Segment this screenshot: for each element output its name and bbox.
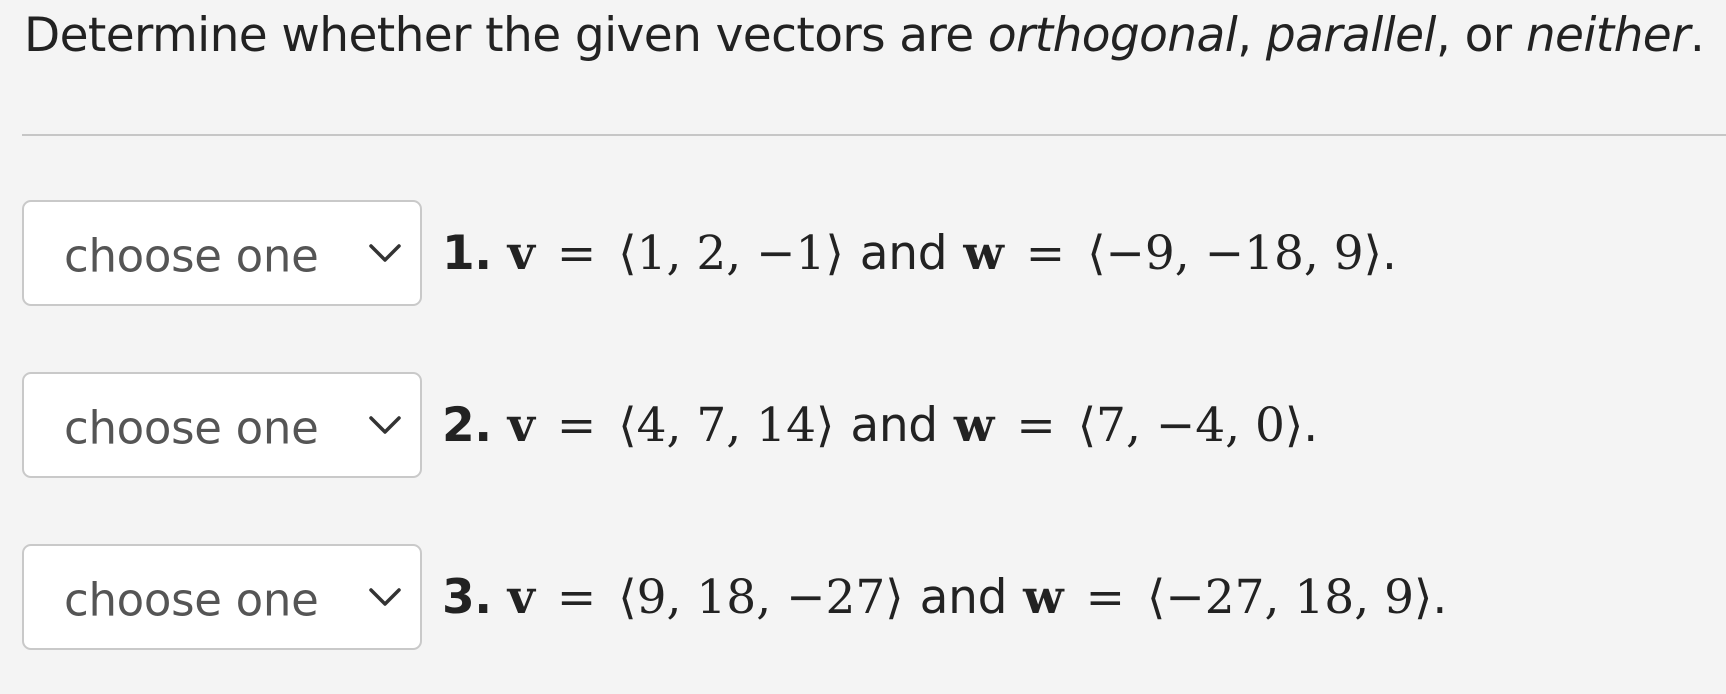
connector-and: and (850, 397, 938, 453)
period: . (1303, 397, 1319, 453)
prompt-separator: , (1237, 8, 1266, 63)
vector-w-symbol: w (1023, 569, 1064, 625)
vector-w-value: ⟨−9, −18, 9⟩ (1087, 225, 1382, 281)
prompt-suffix: . (1689, 8, 1705, 63)
equals-sign: = (1016, 397, 1056, 453)
answer-select-2[interactable]: choose one (22, 372, 422, 478)
option-parallel: parallel (1265, 8, 1437, 63)
equals-sign: = (556, 397, 597, 453)
equals-sign: = (556, 569, 597, 625)
vector-v-symbol: v (507, 225, 535, 281)
vector-w-symbol: w (963, 225, 1004, 281)
select-label: choose one (64, 401, 319, 455)
period: . (1432, 569, 1448, 625)
prompt-separator: , or (1435, 8, 1526, 63)
problem-text-1: 1. v = ⟨1, 2, −1⟩ and w = ⟨−9, −18, 9⟩ . (442, 226, 1397, 281)
answer-select-3[interactable]: choose one (22, 544, 422, 650)
equals-sign: = (1085, 569, 1125, 625)
vector-v-value: ⟨4, 7, 14⟩ (618, 397, 835, 453)
question-3: choose one 3. v = ⟨9, 18, −27⟩ and w = ⟨… (22, 542, 1447, 652)
question-number: 2. (442, 397, 492, 453)
chevron-down-icon (369, 588, 401, 606)
vector-v-symbol: v (507, 569, 535, 625)
question-prompt: Determine whether the given vectors are … (24, 6, 1705, 66)
connector-and: and (919, 569, 1008, 625)
question-number: 3. (442, 569, 492, 625)
vector-w-value: ⟨7, −4, 0⟩ (1077, 397, 1304, 453)
option-orthogonal: orthogonal (987, 8, 1238, 63)
vector-w-value: ⟨−27, 18, 9⟩ (1146, 569, 1433, 625)
problem-text-2: 2. v = ⟨4, 7, 14⟩ and w = ⟨7, −4, 0⟩ . (442, 398, 1318, 453)
connector-and: and (859, 225, 948, 281)
question-1: choose one 1. v = ⟨1, 2, −1⟩ and w = ⟨−9… (22, 198, 1397, 308)
select-label: choose one (64, 229, 319, 283)
chevron-down-icon (369, 244, 401, 262)
option-neither: neither (1525, 8, 1691, 63)
prompt-prefix: Determine whether the given vectors are (24, 8, 988, 63)
equals-sign: = (1025, 225, 1066, 281)
vector-v-value: ⟨9, 18, −27⟩ (618, 569, 904, 625)
answer-select-1[interactable]: choose one (22, 200, 422, 306)
divider (22, 134, 1726, 136)
question-number: 1. (442, 225, 492, 281)
vector-v-symbol: v (507, 397, 535, 453)
problem-text-3: 3. v = ⟨9, 18, −27⟩ and w = ⟨−27, 18, 9⟩… (442, 570, 1447, 625)
period: . (1382, 225, 1397, 281)
vector-w-symbol: w (953, 397, 995, 453)
vector-v-value: ⟨1, 2, −1⟩ (618, 225, 844, 281)
select-label: choose one (64, 573, 319, 627)
question-2: choose one 2. v = ⟨4, 7, 14⟩ and w = ⟨7,… (22, 370, 1318, 480)
equals-sign: = (556, 225, 597, 281)
chevron-down-icon (369, 416, 401, 434)
